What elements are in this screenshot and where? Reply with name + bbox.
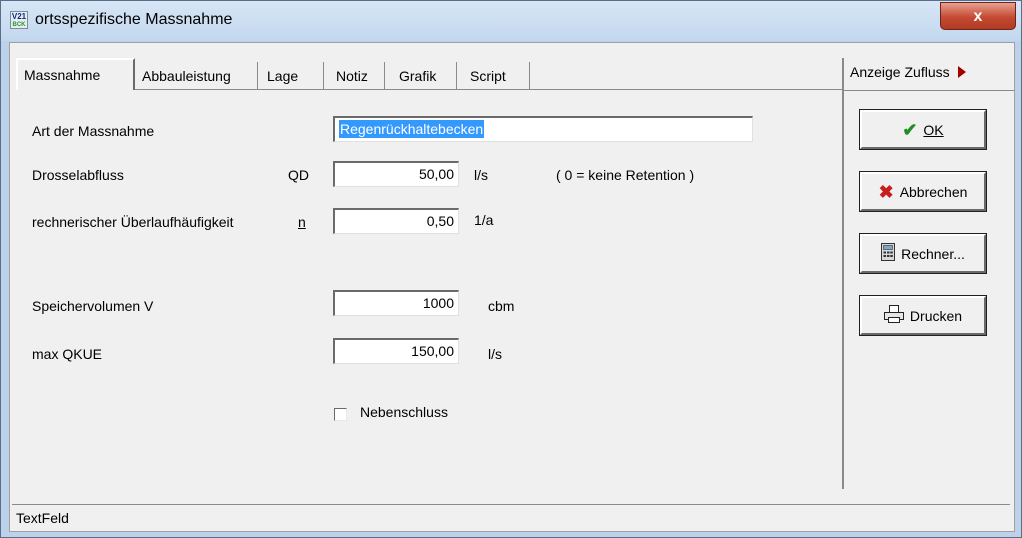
ueberlauf-input[interactable]: 0,50 xyxy=(333,208,459,234)
drossel-input[interactable]: 50,00 xyxy=(333,161,459,187)
art-label: Art der Massnahme xyxy=(32,123,155,139)
ueberlauf-label: rechnerischer Überlaufhäufigkeit xyxy=(32,214,234,230)
drossel-label: Drosselabfluss xyxy=(32,167,124,183)
tab-massnahme[interactable]: Massnahme xyxy=(16,58,135,90)
status-text: TextFeld xyxy=(16,510,69,526)
arrow-right-icon xyxy=(957,66,966,78)
qkue-unit: l/s xyxy=(488,346,502,362)
drossel-symbol: QD xyxy=(288,167,309,183)
cancel-button[interactable]: ✖ Abbrechen xyxy=(859,171,987,212)
printer-icon xyxy=(883,305,904,326)
drossel-unit: l/s xyxy=(474,167,488,183)
ueberlauf-symbol: n xyxy=(298,214,306,230)
close-icon: x xyxy=(973,8,983,25)
tab-notiz[interactable]: Notiz xyxy=(330,62,385,90)
tab-strip: Massnahme Abbauleistung Lage Notiz Grafi… xyxy=(10,58,843,90)
tab-abbauleistung[interactable]: Abbauleistung xyxy=(136,62,258,90)
speicher-label: Speichervolumen V xyxy=(32,298,154,314)
qkue-input[interactable]: 150,00 xyxy=(333,338,459,364)
window-title: ortsspezifische Massnahme xyxy=(35,11,233,28)
status-bar: TextFeld xyxy=(12,504,1010,530)
x-icon: ✖ xyxy=(878,181,894,202)
side-separator xyxy=(844,90,1014,91)
side-button-panel: Anzeige Zufluss ✔ OK ✖ Abbrechen Rechner… xyxy=(842,58,1014,489)
close-button[interactable]: x xyxy=(940,2,1016,30)
qkue-label: max QKUE xyxy=(32,346,103,362)
checkmark-icon: ✔ xyxy=(902,119,918,140)
tab-grafik[interactable]: Grafik xyxy=(393,62,457,90)
dialog-window: V21 BCK ortsspezifische Massnahme x Mass… xyxy=(0,0,1022,538)
ok-button[interactable]: ✔ OK xyxy=(859,109,987,150)
art-input[interactable]: Regenrückhaltebecken xyxy=(333,116,753,142)
dialog-client-area: Massnahme Abbauleistung Lage Notiz Grafi… xyxy=(9,42,1015,532)
nebenschluss-checkbox[interactable] xyxy=(334,408,347,421)
speicher-unit: cbm xyxy=(488,298,515,314)
anzeige-zufluss-toggle[interactable]: Anzeige Zufluss xyxy=(850,64,966,80)
speicher-input[interactable]: 1000 xyxy=(333,290,459,316)
art-value: Regenrückhaltebecken xyxy=(339,120,485,138)
calculator-button[interactable]: Rechner... xyxy=(859,233,987,274)
drossel-hint: ( 0 = keine Retention ) xyxy=(556,167,695,183)
print-button[interactable]: Drucken xyxy=(859,295,987,336)
tab-lage[interactable]: Lage xyxy=(261,62,324,90)
tab-script[interactable]: Script xyxy=(464,62,530,90)
nebenschluss-label[interactable]: Nebenschluss xyxy=(360,404,448,420)
app-icon: V21 BCK xyxy=(10,11,28,29)
calculator-icon xyxy=(881,243,896,264)
title-bar[interactable]: V21 BCK ortsspezifische Massnahme x xyxy=(1,1,1021,41)
ueberlauf-unit: 1/a xyxy=(474,212,494,228)
tab-panel-massnahme: Art der Massnahme Regenrückhaltebecken D… xyxy=(16,89,842,489)
